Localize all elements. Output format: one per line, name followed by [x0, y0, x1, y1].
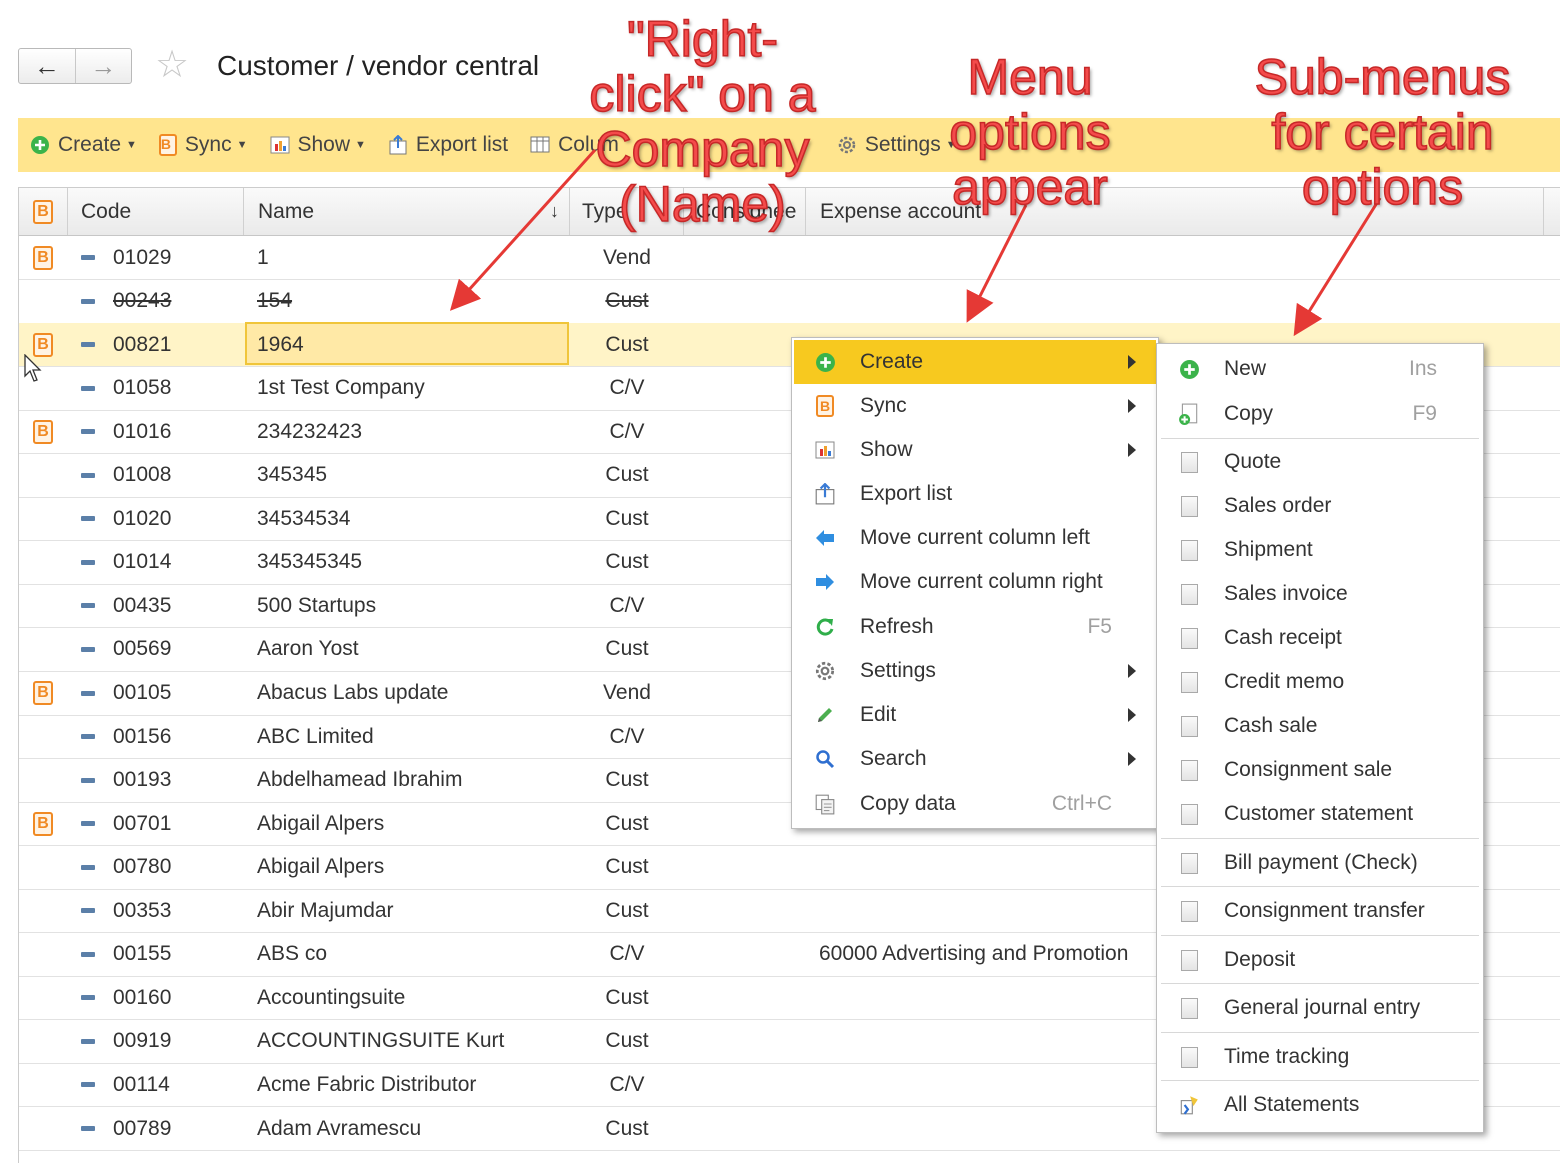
annotation-right-click: "Right- click" on a Company (Name): [580, 11, 825, 233]
annotation-line: options: [1301, 159, 1464, 216]
annotation-line: appear: [951, 159, 1108, 216]
annotation-line: "Right-: [626, 11, 779, 68]
annotation-line: Sub-menus: [1254, 49, 1511, 106]
annotation-sub-menus: Sub-menus for certain options: [1245, 49, 1520, 216]
annotation-line: Menu: [967, 49, 1094, 106]
annotation-line: for certain: [1271, 104, 1495, 161]
annotation-line: (Name): [618, 176, 786, 233]
annotation-line: Company: [595, 121, 811, 178]
annotation-line: options: [949, 104, 1112, 161]
annotation-menu-options: Menu options appear: [935, 49, 1125, 216]
annotation-line: click" on a: [589, 66, 817, 123]
